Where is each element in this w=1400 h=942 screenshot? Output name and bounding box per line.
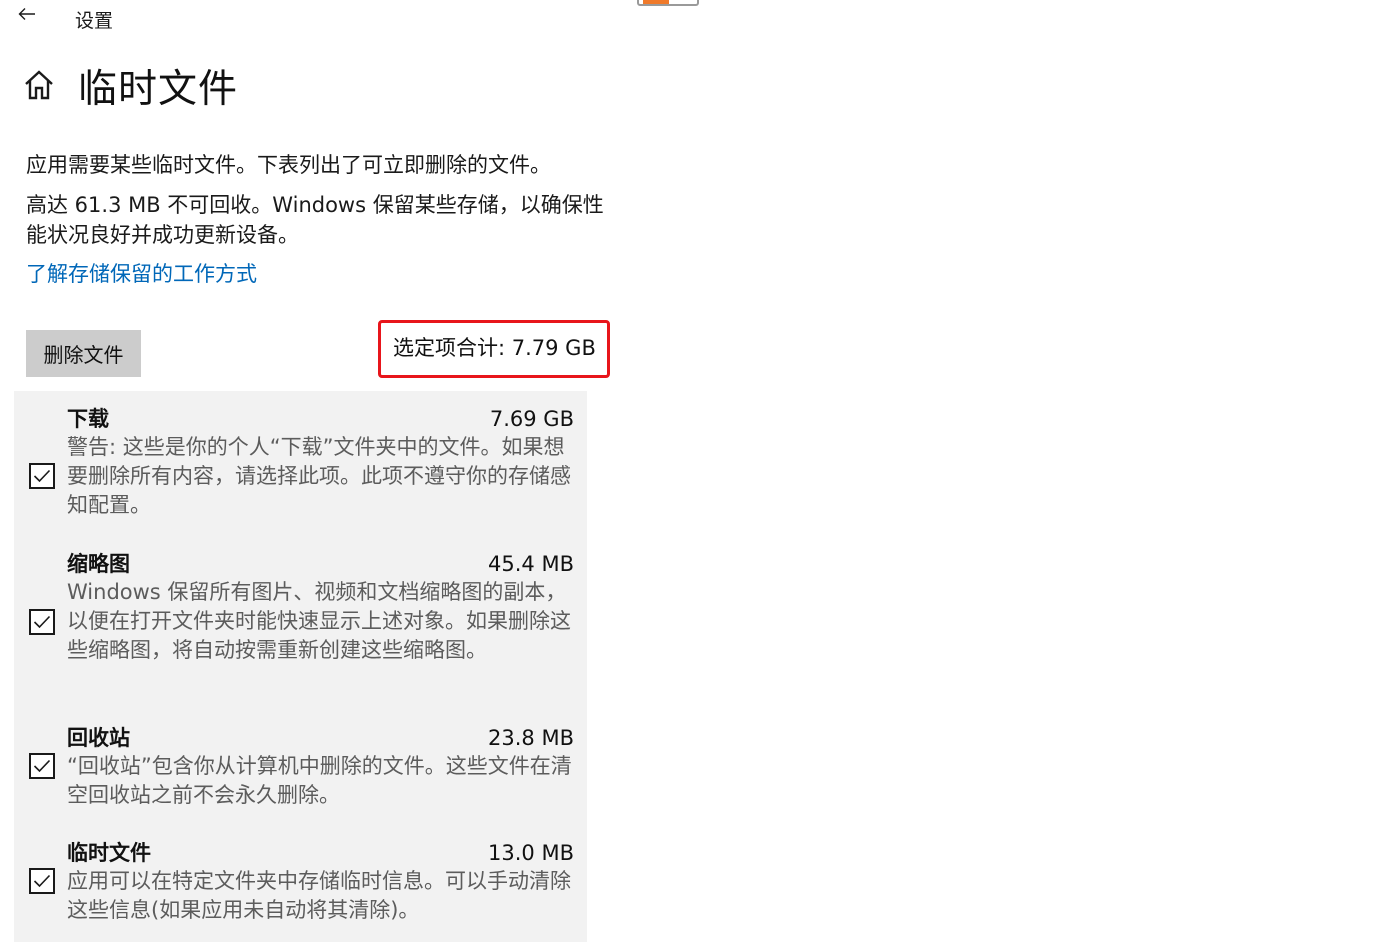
item-size: 45.4 MB	[488, 552, 574, 576]
delete-files-button[interactable]: 删除文件	[26, 330, 141, 377]
app-title: 设置	[75, 10, 114, 32]
description-line1: 应用需要某些临时文件。下表列出了可立即删除的文件。	[26, 153, 551, 177]
temporary-files-checkbox[interactable]	[29, 868, 55, 894]
page-title: 临时文件	[78, 67, 239, 112]
learn-storage-reserve-link[interactable]: 了解存储保留的工作方式	[26, 259, 257, 289]
item-name: 下载	[67, 407, 109, 431]
checkmark-icon	[33, 469, 51, 483]
item-name: 临时文件	[67, 841, 151, 865]
checkmark-icon	[33, 874, 51, 888]
item-description: 警告: 这些是你的个人“下载”文件夹中的文件。如果想要删除所有内容，请选择此项。…	[67, 435, 571, 517]
item-description: 应用可以在特定文件夹中存储临时信息。可以手动清除这些信息(如果应用未自动将其清除…	[67, 869, 571, 922]
thumbnails-checkbox[interactable]	[29, 609, 55, 635]
back-button[interactable]	[14, 2, 40, 26]
item-name: 回收站	[67, 726, 130, 750]
selected-total-highlight: 选定项合计: 7.79 GB	[378, 320, 610, 378]
item-description: “回收站”包含你从计算机中删除的文件。这些文件在清空回收站之前不会永久删除。	[67, 754, 572, 807]
item-name: 缩略图	[67, 552, 130, 576]
temp-files-list: 下载 7.69 GB 警告: 这些是你的个人“下载”文件夹中的文件。如果想要删除…	[14, 391, 587, 942]
home-icon[interactable]	[23, 68, 55, 102]
item-size: 7.69 GB	[489, 407, 574, 431]
selected-total: 选定项合计: 7.79 GB	[393, 336, 596, 360]
item-description: Windows 保留所有图片、视频和文档缩略图的副本，以便在打开文件夹时能快速显…	[67, 580, 571, 662]
checkmark-icon	[33, 615, 51, 629]
downloads-checkbox[interactable]	[29, 463, 55, 489]
arrow-left-icon	[18, 8, 35, 20]
recycle-bin-checkbox[interactable]	[29, 753, 55, 779]
item-size: 23.8 MB	[488, 726, 574, 750]
window-fragment	[637, 0, 699, 6]
item-size: 13.0 MB	[488, 841, 574, 865]
description-line2: 高达 61.3 MB 不可回收。Windows 保留某些存储，以确保性能状况良好…	[26, 193, 604, 247]
checkmark-icon	[33, 759, 51, 773]
